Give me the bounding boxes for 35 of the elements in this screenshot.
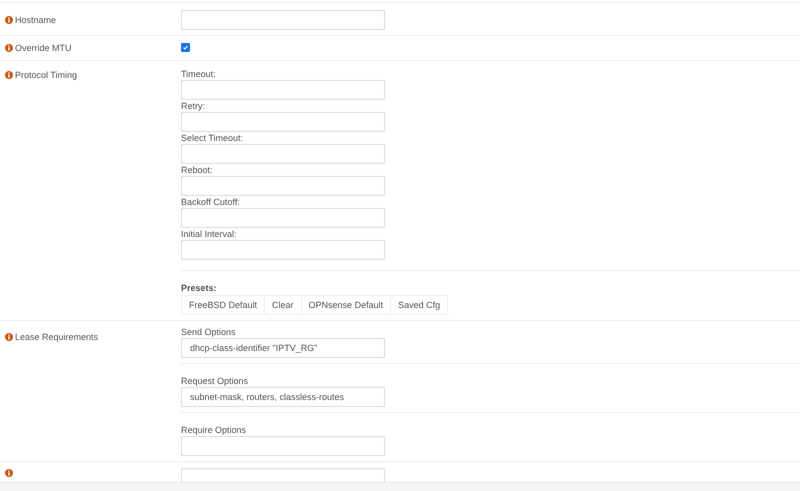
input-field[interactable] (181, 240, 385, 260)
field-label: Select Timeout: (181, 133, 244, 144)
input-field[interactable] (181, 176, 385, 196)
info-icon (5, 71, 13, 79)
field-label: Send Options (181, 327, 237, 338)
presets-label: Presets: (181, 283, 218, 294)
field-label: Lease Requirements (15, 332, 98, 342)
preset-button[interactable]: OPNsense Default (300, 295, 392, 315)
info-icon (5, 333, 13, 341)
preset-button[interactable]: Saved Cfg (390, 295, 448, 315)
preset-button[interactable]: FreeBSD Default (181, 295, 266, 315)
field-label: Require Options (181, 425, 248, 436)
info-icon (5, 469, 13, 477)
checkbox[interactable] (181, 43, 190, 52)
field-label: Request Options (181, 376, 250, 387)
field-label: Hostname (15, 15, 56, 25)
field-label: Timeout: (181, 69, 217, 80)
preset-button[interactable]: Clear (264, 295, 302, 315)
field-label: Protocol Timing (15, 70, 78, 80)
input-field[interactable] (181, 468, 385, 482)
field-label: Initial Interval: (181, 229, 238, 240)
input-field[interactable]: dhcp-class-identifier "IPTV_RG" (181, 338, 385, 358)
input-field[interactable] (181, 436, 385, 456)
input-field[interactable] (181, 144, 385, 164)
field-label: Retry: (181, 101, 206, 112)
field-label: Reboot: (181, 165, 214, 176)
input-field[interactable]: subnet-mask, routers, classless-routes (181, 387, 385, 407)
input-field[interactable] (181, 112, 385, 132)
input-field[interactable] (181, 208, 385, 228)
field-label: Override MTU (15, 43, 72, 53)
input-field[interactable] (181, 10, 385, 30)
input-field[interactable] (181, 80, 385, 100)
field-label: Backoff Cutoff: (181, 197, 241, 208)
info-icon (5, 44, 13, 52)
info-icon (5, 16, 13, 24)
